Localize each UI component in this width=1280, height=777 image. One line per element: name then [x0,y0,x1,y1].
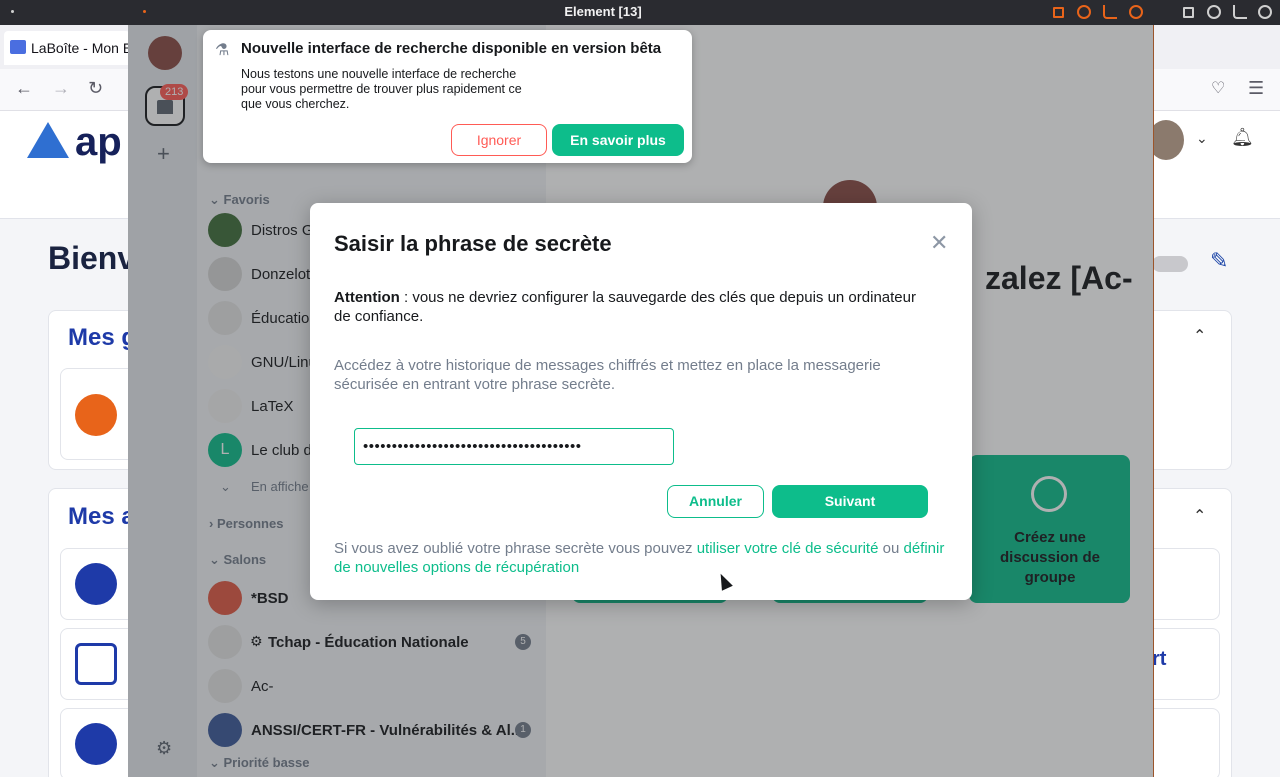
user-icon [75,723,117,765]
toast-body: Nous testons une nouvelle interface de r… [241,67,522,111]
maximize-icon-bg[interactable] [1207,5,1221,19]
groups-section-title: Mes g [68,324,137,351]
footer-text: ou [878,540,904,557]
dialog-footer: Si vous avez oublié votre phrase secrète… [334,539,954,577]
pocket-icon[interactable]: ♡ [1211,78,1225,98]
minimize-icon[interactable] [1053,7,1064,18]
minimize-icon-bg[interactable] [1183,7,1194,18]
warning-label: Attention [334,289,400,306]
browser-tab-label: LaBoîte - Mon E [31,40,133,56]
maximize-icon[interactable] [1077,5,1091,19]
window-title: Element [13] [564,4,642,19]
edit-pencil-icon[interactable]: ✎ [1210,248,1228,274]
warning-text: : vous ne devriez configurer la sauvegar… [334,289,916,325]
close-window-icon[interactable] [1129,5,1143,19]
passphrase-input[interactable] [354,428,674,465]
beta-flask-icon: ⚗ [215,42,230,59]
app-row-text: rt [1152,648,1167,670]
close-window-icon-bg[interactable] [1258,5,1272,19]
back-icon[interactable]: ← [15,78,33,99]
tab-favicon-icon [10,40,26,54]
forward-icon[interactable]: → [52,78,70,99]
collapse-icon[interactable]: ⌃ [1193,506,1206,526]
dialog-warning: Attention : vous ne devriez configurer l… [334,288,934,326]
page-heading: Bienv [48,240,136,276]
site-logo-text[interactable]: ap [75,120,122,165]
video-icon [75,643,117,685]
chevron-down-icon[interactable]: ⌄ [1196,130,1208,147]
bell-icon[interactable]: 🔔︎ [1231,127,1254,148]
toast-title: Nouvelle interface de recherche disponib… [241,40,662,57]
menu-icon[interactable]: ☰ [1248,78,1264,99]
reload-icon[interactable]: ↻ [88,78,103,99]
next-button[interactable]: Suivant [772,485,928,518]
calendar-icon [75,563,117,605]
tile-icon-bg[interactable] [1233,5,1247,19]
use-security-key-link[interactable]: utiliser votre clé de sécurité [697,540,879,557]
learn-more-button[interactable]: En savoir plus [552,124,684,156]
cancel-button[interactable]: Annuler [667,485,764,518]
toggle-switch[interactable] [1152,256,1188,272]
site-logo-icon[interactable] [27,122,69,158]
shield-icon [75,394,117,436]
collapse-icon[interactable]: ⌃ [1193,326,1206,346]
close-icon[interactable]: ✕ [930,232,948,254]
window-manager-bar: Element [13] [0,0,1280,25]
apps-section-title: Mes a [68,503,135,530]
dialog-title: Saisir la phrase de secrète [334,231,612,256]
tile-icon[interactable] [1103,5,1117,19]
ignore-button[interactable]: Ignorer [451,124,547,156]
dialog-info: Accédez à votre historique de messages c… [334,357,881,393]
footer-text: Si vous avez oublié votre phrase secrète… [334,540,697,557]
